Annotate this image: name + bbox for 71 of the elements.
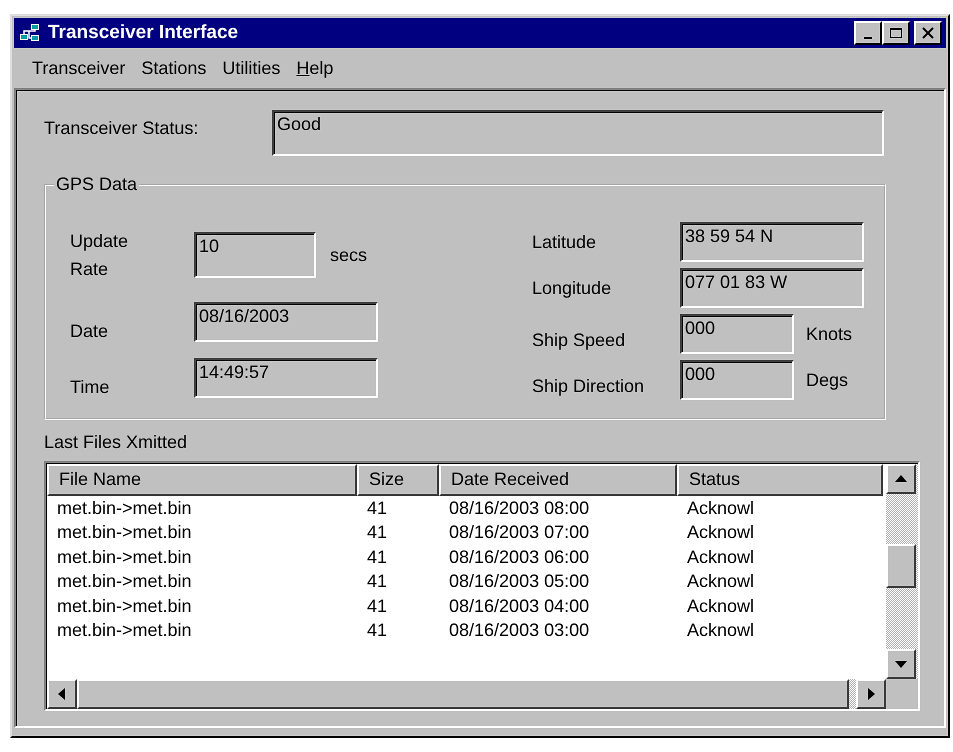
scrollbar-corner [886,679,918,709]
unit-label: secs [330,244,368,266]
table-cell-text: Acknowl [686,498,756,519]
menu-item[interactable]: Utilities [214,58,288,78]
table-cell-text: Acknowl [686,596,756,617]
menu-item[interactable]: Help [288,58,342,78]
value-field[interactable]: 10 [194,232,316,278]
up-arrow-icon [894,474,908,484]
unit-label: Knots [806,324,852,344]
status-field[interactable]: Good [272,110,884,156]
table-cell-text: 08/16/2003 06:00 [448,546,590,568]
table-cell-text: met.bin->met.bin [56,571,193,592]
value-field[interactable]: 077 01 83 W [680,268,864,308]
table-cell-text: Acknowl [686,546,756,568]
value-field[interactable]: 08/16/2003 [194,302,378,342]
table-cell-text: met.bin->met.bin [56,498,193,519]
field-label: Ship Speed [532,328,626,350]
close-icon [922,27,934,39]
table-cell-text: met.bin->met.bin [56,546,193,568]
minimize-button[interactable] [854,21,882,45]
maximize-button[interactable] [882,21,910,45]
value-field[interactable]: 000 [680,314,794,354]
section-label: Last Files Xmitted [44,432,188,453]
scroll-thumb[interactable] [77,679,849,709]
table-cell-text: met.bin->met.bin [56,620,193,642]
table-cell-text: Acknowl [686,620,756,642]
table-cell-text: Acknowl [686,522,756,544]
group-title: GPS Data [55,174,138,195]
table-cell-text: 41 [366,498,388,519]
table-cell-text: 41 [366,546,388,568]
window-title: Transceiver Interface [48,22,240,44]
scroll-up-button[interactable] [886,464,916,494]
table-cell-text: met.bin->met.bin [56,596,193,617]
menu-item[interactable]: Transceiver [24,58,134,78]
value-field[interactable]: 14:49:57 [194,358,378,398]
minimize-icon [864,37,872,39]
table-cell-text: 08/16/2003 07:00 [448,522,590,544]
close-button[interactable] [914,21,942,45]
scroll-left-button[interactable] [47,679,77,709]
field-label: Longitude [532,278,612,298]
table-cell-text: 08/16/2003 03:00 [448,620,590,642]
left-arrow-icon [57,687,67,701]
unit-label: Degs [806,370,848,390]
menu-item[interactable]: Stations [133,58,214,78]
field-label: Update Rate [70,230,130,281]
value-field[interactable]: 38 59 54 N [680,222,864,262]
field-label: Date [70,320,110,343]
table-cell-text: 41 [366,620,388,642]
table-cell-text: 08/16/2003 08:00 [448,498,590,519]
table-cell-text: Acknowl [686,571,756,592]
column-header[interactable]: Size [357,464,439,496]
field-label: Ship Direction [532,374,646,396]
table-cell-text: met.bin->met.bin [56,522,193,544]
scroll-thumb[interactable] [886,544,916,588]
scroll-right-button[interactable] [856,679,886,709]
table-cell-text: 41 [366,571,388,592]
value-field[interactable]: 000 [680,360,794,400]
field-label: Latitude [532,232,598,252]
right-arrow-icon [866,687,876,701]
column-header[interactable]: File Name [47,464,357,496]
scroll-down-button[interactable] [886,649,916,679]
table-cell-text: 08/16/2003 05:00 [448,571,590,592]
field-label: Transceiver Status: [44,117,200,139]
table-cell-text: 41 [366,596,388,617]
table-cell-text: 41 [366,522,388,544]
column-header[interactable]: Date Received [439,464,677,496]
down-arrow-icon [894,659,908,669]
field-label: Time [70,376,110,399]
table-cell-text: 08/16/2003 04:00 [448,596,590,617]
column-header[interactable]: Status [677,464,883,496]
maximize-icon [889,27,903,39]
